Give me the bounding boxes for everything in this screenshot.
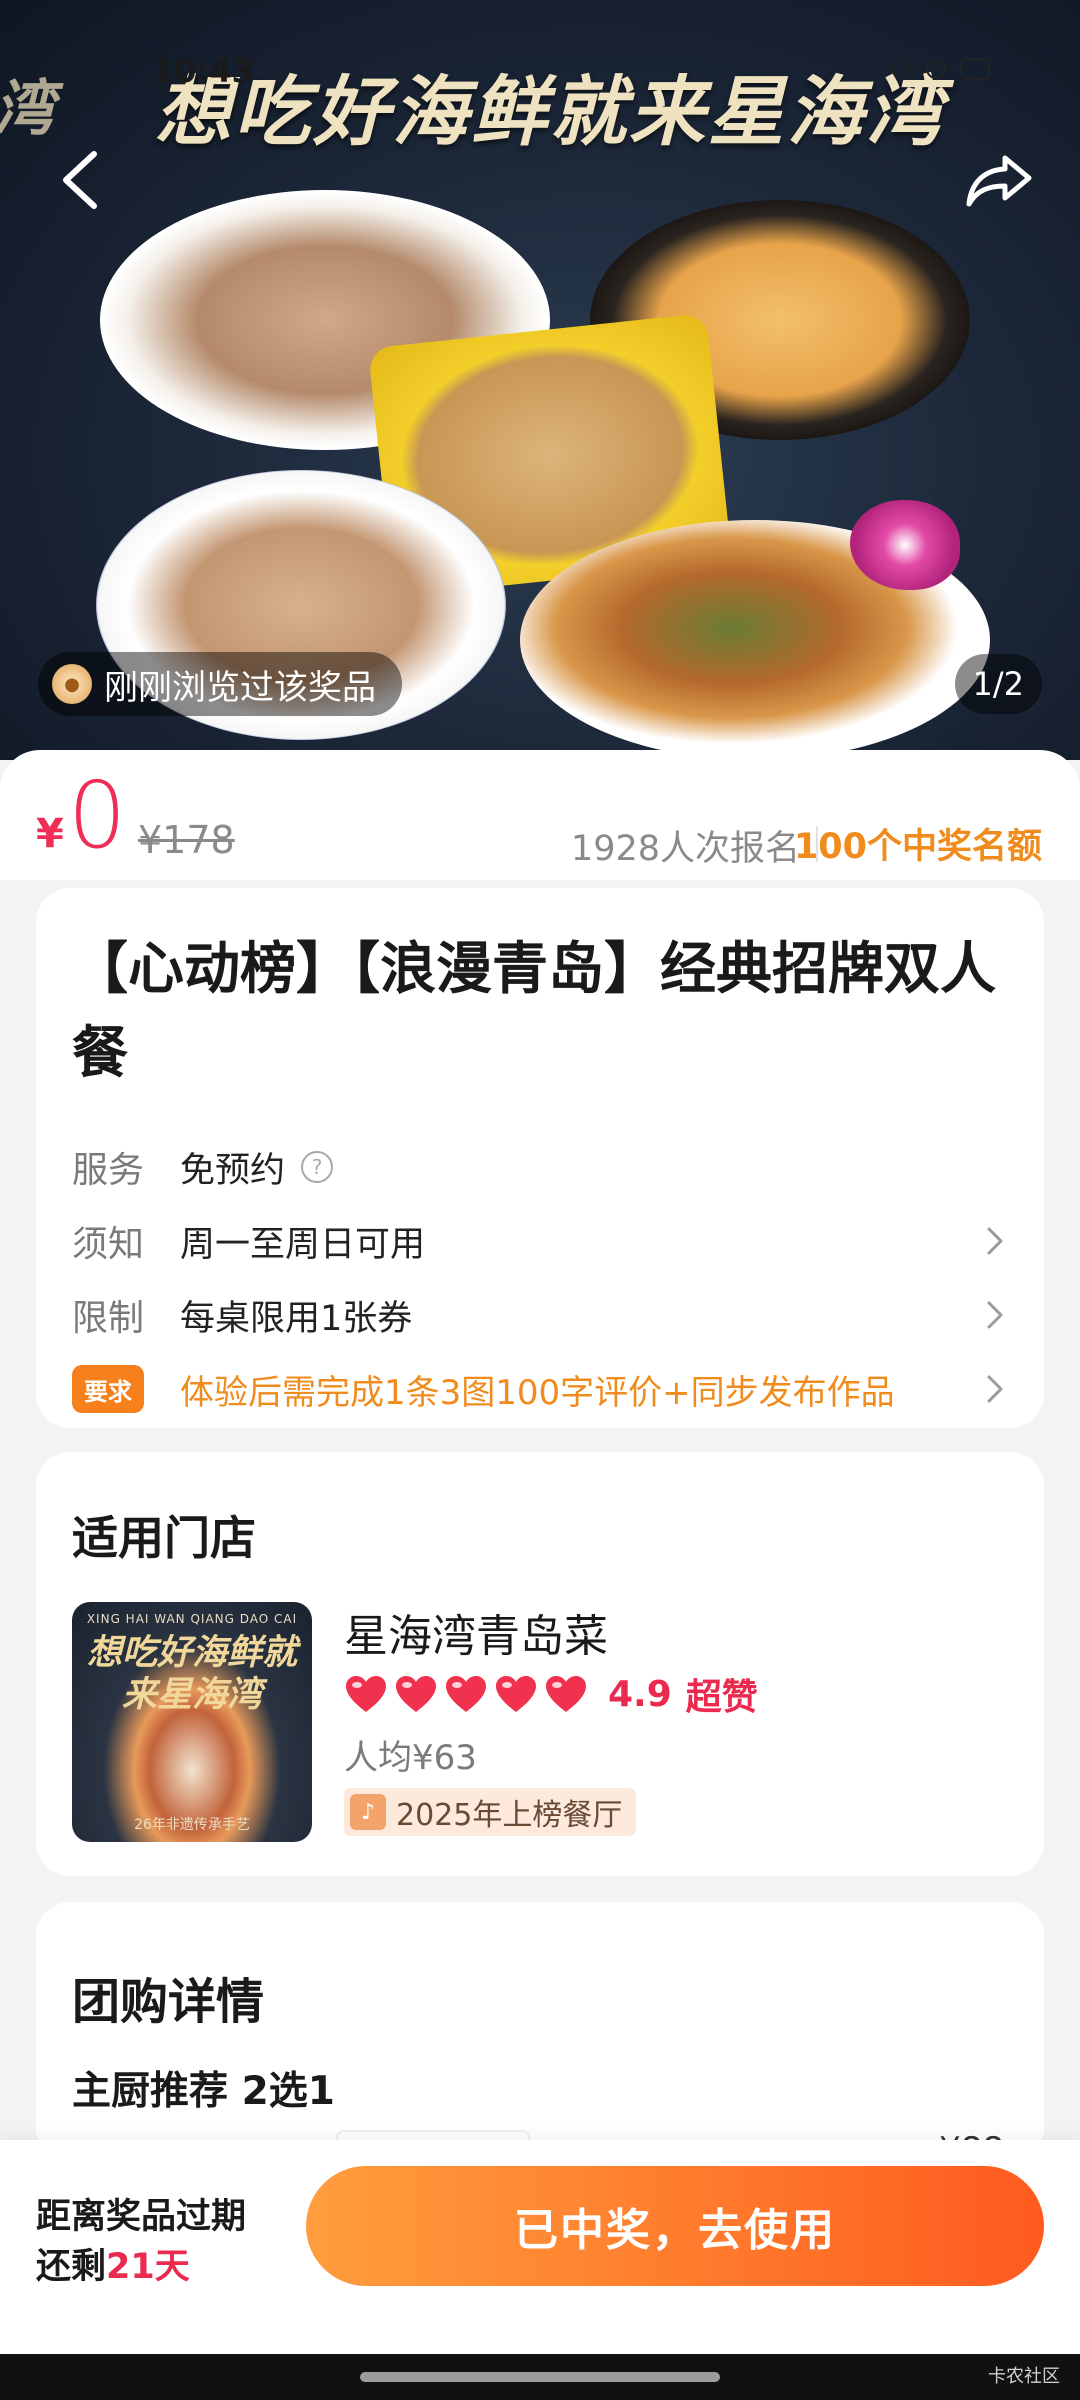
chevron-right-icon xyxy=(978,1372,1012,1406)
hero-side-text: 湾 xyxy=(0,74,54,144)
service-value: 免预约 xyxy=(180,1150,286,1191)
image-page-counter: 1/2 xyxy=(954,654,1042,714)
signup-count: 1928人次报名 xyxy=(570,829,800,869)
help-question-icon[interactable]: ? xyxy=(301,1151,334,1183)
requirement-badge: 要求 xyxy=(72,1365,144,1413)
original-price: ¥178 xyxy=(138,818,235,862)
store-name[interactable]: 星海湾青岛菜 xyxy=(344,1600,608,1664)
user-avatar-icon: ● xyxy=(52,664,92,704)
expiry-prefix: 还剩 xyxy=(36,2247,107,2287)
store-card: 适用门店 XING HAI WAN QIANG DAO CAI 想吃好海鲜就来星… xyxy=(36,1452,1044,1876)
orchid-garnish xyxy=(850,500,960,590)
limit-label: 限制 xyxy=(72,1298,145,1339)
group-details-title: 团购详情 xyxy=(72,1974,265,2030)
battery-icon xyxy=(960,58,990,80)
notice-row[interactable]: 须知 周一至周日可用 xyxy=(72,1214,1012,1268)
share-arrow-icon xyxy=(966,155,1032,207)
notice-value: 周一至周日可用 xyxy=(180,1224,426,1265)
expiry-line-1: 距离奖品过期 xyxy=(36,2197,247,2237)
recently-viewed-text: 刚刚浏览过该奖品 xyxy=(104,667,376,708)
current-price: ¥ 0 xyxy=(36,770,126,862)
deal-title: 【心动榜】【浪漫青岛】经典招牌双人餐 xyxy=(72,937,996,1086)
requirement-text: 体验后需完成1条3图100字评价+同步发布作品 xyxy=(180,1372,895,1413)
service-row: 服务 免预约 ? xyxy=(72,1140,1012,1194)
expiry-line-2: 还剩21天 xyxy=(36,2242,246,2292)
group-details-subtitle: 主厨推荐 2选1 xyxy=(72,2069,335,2114)
system-gesture-bar: 卡农社区 xyxy=(0,2354,1080,2400)
average-price: 人均¥63 xyxy=(344,1738,477,1778)
limit-row[interactable]: 限制 每桌限用1张券 xyxy=(72,1288,1012,1342)
heart-icon xyxy=(396,1676,436,1712)
rating-label: 超赞 xyxy=(685,1677,758,1718)
bottom-action-bar: 距离奖品过期 还剩21天 已中奖，去使用 xyxy=(0,2140,1080,2354)
price-value: 0 xyxy=(67,762,127,869)
deal-info-card: 【心动榜】【浪漫青岛】经典招牌双人餐 服务 免预约 ? 须知 周一至周日可用 限… xyxy=(36,888,1044,1428)
award-tag: ♪ 2025年上榜餐厅 xyxy=(344,1788,637,1836)
recently-viewed-chip: ● 刚刚浏览过该奖品 xyxy=(38,652,402,716)
expiry-countdown: 距离奖品过期 还剩21天 xyxy=(36,2192,246,2292)
share-button[interactable] xyxy=(960,140,1040,220)
heart-icon xyxy=(496,1676,536,1712)
status-icons xyxy=(892,58,990,80)
limit-value: 每桌限用1张券 xyxy=(180,1298,413,1339)
heart-icon xyxy=(446,1676,486,1712)
notice-label: 须知 xyxy=(72,1224,145,1265)
store-section-title: 适用门店 xyxy=(72,1511,256,1565)
wifi-icon xyxy=(926,59,946,79)
hero-image-carousel[interactable]: 湾 想吃好海鲜就来星海湾 10:43 ● 刚刚浏览过该奖品 1/2 xyxy=(0,0,1080,760)
status-time: 10:43 xyxy=(152,52,254,90)
store-rating: 4.9 超赞 xyxy=(344,1668,758,1720)
chevron-left-icon xyxy=(63,151,97,209)
use-prize-button[interactable]: 已中奖，去使用 xyxy=(306,2166,1044,2286)
heart-icon xyxy=(346,1676,386,1712)
rating-score: 4.9 xyxy=(608,1673,672,1715)
group-details-card: 团购详情 主厨推荐 2选1 海草香酥虾 ¥88 xyxy=(36,1902,1044,2178)
store-thumbnail[interactable]: XING HAI WAN QIANG DAO CAI 想吃好海鲜就来星海湾 26… xyxy=(72,1602,312,1842)
expiry-days: 21天 xyxy=(106,2247,190,2287)
back-button[interactable] xyxy=(40,140,120,220)
chevron-right-icon xyxy=(978,1224,1012,1258)
requirement-row[interactable]: 要求 体验后需完成1条3图100字评价+同步发布作品 xyxy=(72,1362,1012,1416)
chevron-right-icon xyxy=(978,1298,1012,1332)
heart-icon xyxy=(546,1676,586,1712)
thumbnail-footer: 26年非遗传承手艺 xyxy=(134,1817,250,1833)
watermark: 卡农社区 xyxy=(988,2366,1060,2387)
douyin-logo-icon: ♪ xyxy=(350,1794,386,1830)
price-currency: ¥ xyxy=(36,811,64,857)
award-text: 2025年上榜餐厅 xyxy=(396,1798,623,1833)
winner-quota: 100个中奖名额 xyxy=(793,827,1042,867)
thumbnail-subtitle: XING HAI WAN QIANG DAO CAI xyxy=(86,1612,298,1626)
thumbnail-title: 想吃好海鲜就来星海湾 xyxy=(86,1632,297,1715)
home-gesture-handle[interactable] xyxy=(360,2372,720,2382)
service-label: 服务 xyxy=(72,1150,145,1191)
signal-icon xyxy=(892,59,912,79)
